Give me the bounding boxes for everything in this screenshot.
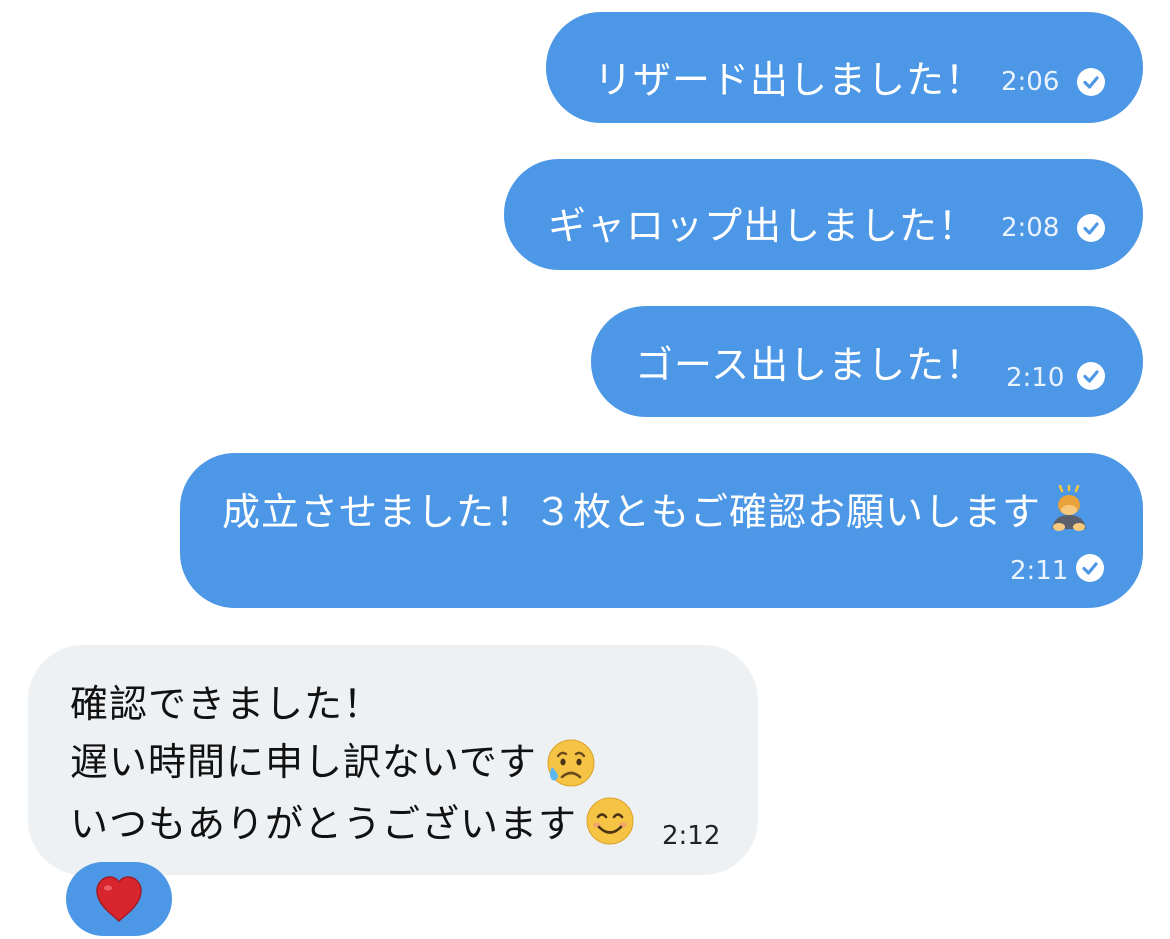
message-text: リザード出しました！	[594, 58, 985, 102]
message-reaction[interactable]	[66, 862, 172, 936]
message-line-3: いつもありがとうございます	[70, 805, 577, 843]
sad-sweat-face-emoji	[544, 737, 596, 789]
read-check-icon	[1077, 68, 1105, 96]
read-check-icon	[1077, 214, 1105, 242]
message-text: 成立させました！３枚ともご確認お願いします	[222, 493, 1041, 531]
message-text: ゴース出しました！	[635, 343, 985, 387]
message-line-2-text: 遅い時間に申し訳ないです	[70, 740, 537, 784]
message-line-2: 遅い時間に申し訳ないです	[70, 743, 537, 781]
message-text-content: 成立させました！３枚ともご確認お願いします	[222, 490, 1042, 534]
message-line-3-text: いつもありがとうございます	[70, 802, 578, 846]
message-timestamp: 2:12	[662, 821, 721, 851]
outgoing-message-bubble[interactable]: ゴース出しました！ 2:10	[591, 306, 1143, 417]
message-timestamp: 2:06	[1001, 67, 1060, 97]
message-timestamp: 2:11	[1010, 556, 1069, 586]
red-heart-emoji	[96, 876, 142, 923]
message-text: ギャロップ出しました！	[548, 204, 978, 248]
message-line-1: 確認できました！	[70, 682, 383, 726]
smiling-face-emoji	[584, 795, 636, 847]
read-check-icon	[1077, 362, 1105, 390]
incoming-message-bubble[interactable]: 確認できました！ 遅い時間に申し訳ないです いつもありがとうございます 2:12	[28, 645, 758, 875]
person-bowing-emoji	[1044, 483, 1094, 535]
message-timestamp: 2:10	[1006, 363, 1065, 393]
read-check-icon	[1076, 554, 1104, 582]
outgoing-message-bubble[interactable]: 成立させました！３枚ともご確認お願いします 2:11	[180, 453, 1143, 608]
outgoing-message-bubble[interactable]: リザード出しました！ 2:06	[546, 12, 1143, 123]
outgoing-message-bubble[interactable]: ギャロップ出しました！ 2:08	[504, 159, 1143, 270]
message-timestamp: 2:08	[1001, 213, 1060, 243]
